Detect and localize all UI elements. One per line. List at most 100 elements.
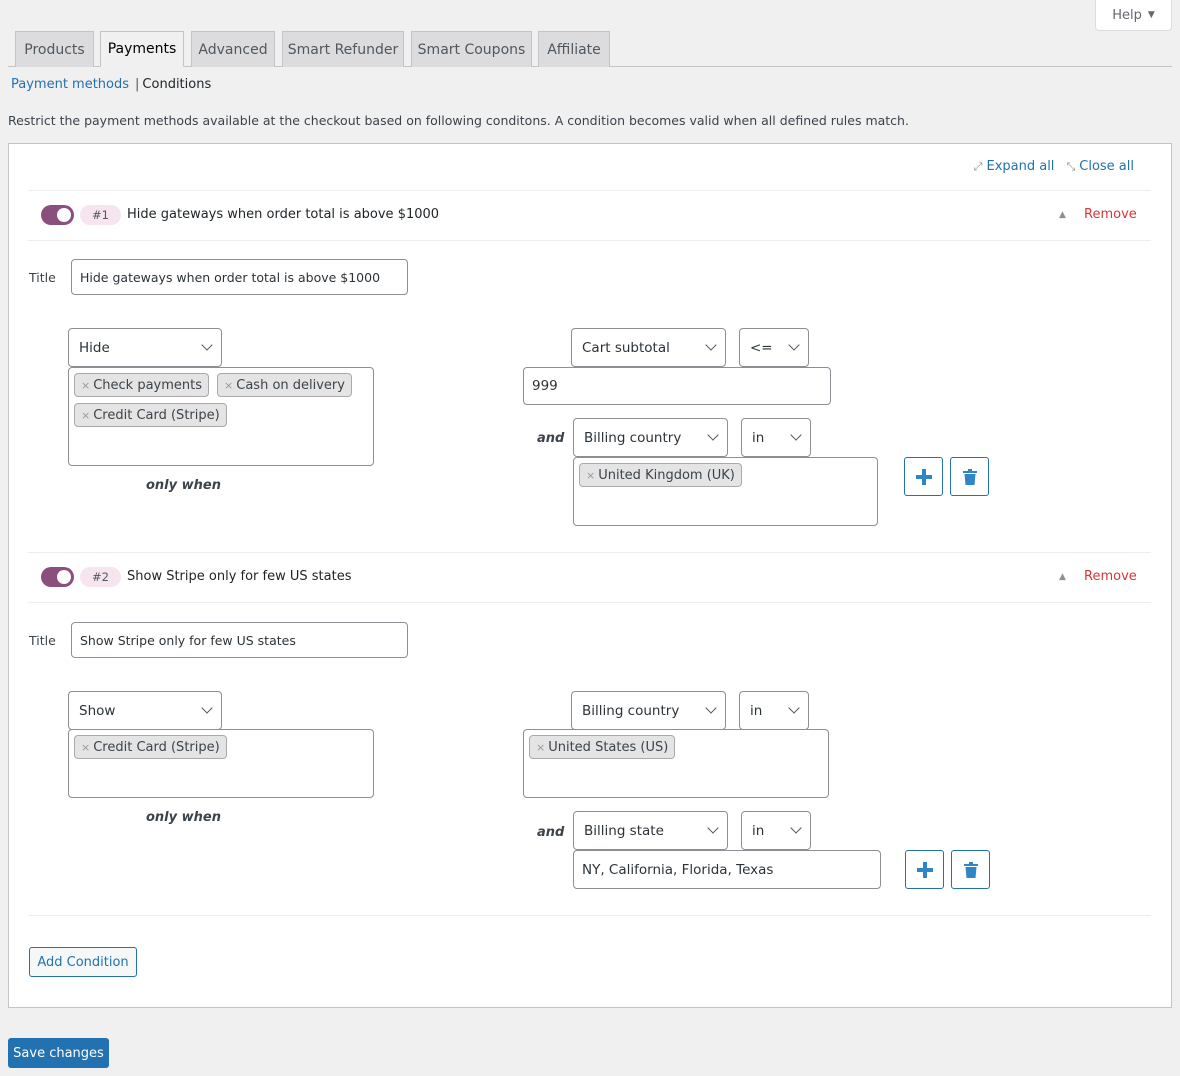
remove-chip-icon[interactable]: × bbox=[81, 379, 90, 392]
chevron-down-icon bbox=[790, 822, 802, 834]
and-label: and bbox=[537, 825, 565, 840]
expand-icon: ⤢ bbox=[973, 160, 983, 173]
delete-rule-button[interactable] bbox=[951, 850, 990, 889]
divider bbox=[28, 190, 1151, 191]
rule-field-select[interactable]: Billing country bbox=[571, 691, 726, 730]
title-label: Title bbox=[29, 270, 56, 285]
divider bbox=[28, 552, 1151, 553]
rule-operator-select[interactable]: in bbox=[739, 691, 809, 730]
condition-2-gateways-select[interactable]: × Credit Card (Stripe) bbox=[68, 729, 374, 798]
remove-chip-icon[interactable]: × bbox=[81, 409, 90, 422]
remove-chip-icon[interactable]: × bbox=[536, 741, 545, 754]
condition-2-header-title[interactable]: Show Stripe only for few US states bbox=[127, 569, 351, 584]
expand-all-link[interactable]: ⤢ Expand all bbox=[974, 159, 1055, 174]
delete-rule-button[interactable] bbox=[950, 457, 989, 496]
condition-1-action-select[interactable]: Hide bbox=[68, 328, 222, 367]
tab-payments[interactable]: Payments bbox=[100, 31, 184, 67]
chip-label: Credit Card (Stripe) bbox=[93, 739, 220, 755]
rule-field-select[interactable]: Cart subtotal bbox=[571, 328, 726, 367]
rule-operator-select[interactable]: <= bbox=[739, 328, 809, 367]
rule-field-select[interactable]: Billing country bbox=[573, 418, 728, 457]
select-value: Billing country bbox=[584, 429, 682, 446]
plus-icon bbox=[915, 468, 932, 485]
divider bbox=[28, 602, 1151, 603]
page-description: Restrict the payment methods available a… bbox=[8, 113, 909, 128]
help-label: Help bbox=[1112, 7, 1142, 23]
subnav: Payment methods | Conditions bbox=[11, 77, 211, 92]
subnav-payment-methods[interactable]: Payment methods bbox=[11, 77, 129, 92]
and-label: and bbox=[537, 431, 565, 446]
country-chip: × United Kingdom (UK) bbox=[579, 463, 742, 487]
condition-1-gateways-select[interactable]: × Check payments × Cash on delivery × Credi… bbox=[68, 367, 374, 466]
chip-label: Credit Card (Stripe) bbox=[93, 407, 220, 423]
rule-values-select[interactable]: × United Kingdom (UK) bbox=[573, 457, 878, 526]
tab-label: Smart Refunder bbox=[287, 41, 399, 58]
condition-1-number-badge: #1 bbox=[80, 205, 121, 225]
subnav-conditions: Conditions bbox=[142, 77, 212, 92]
divider bbox=[28, 915, 1151, 916]
condition-2-remove-link[interactable]: Remove bbox=[1084, 569, 1137, 584]
tab-affiliate[interactable]: Affiliate bbox=[538, 31, 610, 67]
trash-icon bbox=[962, 468, 977, 485]
collapse-icon: ⤡ bbox=[1066, 160, 1076, 173]
help-button[interactable]: Help ▼ bbox=[1095, 0, 1172, 31]
condition-2-action-select[interactable]: Show bbox=[68, 691, 222, 730]
chevron-down-icon bbox=[201, 339, 213, 351]
select-value: Hide bbox=[79, 339, 110, 356]
plus-icon bbox=[916, 861, 933, 878]
gateway-chip: × Credit Card (Stripe) bbox=[74, 403, 227, 427]
only-when-label: only when bbox=[146, 810, 221, 825]
remove-chip-icon[interactable]: × bbox=[224, 379, 233, 392]
tab-smart-refunder[interactable]: Smart Refunder bbox=[282, 31, 404, 67]
trash-icon bbox=[963, 861, 978, 878]
tab-label: Payments bbox=[107, 41, 177, 57]
chip-label: United Kingdom (UK) bbox=[598, 467, 735, 483]
rule-field-select[interactable]: Billing state bbox=[573, 811, 728, 850]
remove-chip-icon[interactable]: × bbox=[81, 741, 90, 754]
collapse-arrow-icon[interactable]: ▲ bbox=[1059, 572, 1066, 582]
select-value: in bbox=[752, 429, 765, 446]
save-changes-button[interactable]: Save changes bbox=[8, 1038, 109, 1068]
select-value: in bbox=[750, 702, 763, 719]
rule-value-input[interactable]: NY, California, Florida, Texas bbox=[573, 850, 881, 889]
chevron-down-icon bbox=[705, 339, 717, 351]
tab-advanced[interactable]: Advanced bbox=[191, 31, 275, 67]
add-condition-button[interactable]: Add Condition bbox=[29, 947, 137, 977]
rule-operator-select[interactable]: in bbox=[741, 418, 811, 457]
chip-label: Check payments bbox=[93, 377, 203, 393]
tab-smart-coupons[interactable]: Smart Coupons bbox=[411, 31, 532, 67]
add-rule-button[interactable] bbox=[905, 850, 944, 889]
select-value: Cart subtotal bbox=[582, 339, 670, 356]
condition-1-remove-link[interactable]: Remove bbox=[1084, 207, 1137, 222]
select-value: in bbox=[752, 822, 765, 839]
condition-1-header-title[interactable]: Hide gateways when order total is above … bbox=[127, 207, 439, 222]
condition-2-title-input[interactable]: Show Stripe only for few US states bbox=[71, 622, 408, 658]
only-when-label: only when bbox=[146, 478, 221, 493]
condition-1-title-input[interactable]: Hide gateways when order total is above … bbox=[71, 259, 408, 295]
chevron-down-icon bbox=[707, 822, 719, 834]
select-value: Billing country bbox=[582, 702, 680, 719]
condition-2-toggle[interactable] bbox=[41, 567, 74, 587]
gateway-chip: × Credit Card (Stripe) bbox=[74, 735, 227, 759]
chip-label: Cash on delivery bbox=[236, 377, 345, 393]
chevron-down-icon bbox=[790, 429, 802, 441]
divider bbox=[28, 240, 1151, 241]
expand-collapse-links: ⤢ Expand all ⤡ Close all bbox=[974, 159, 1134, 174]
remove-chip-icon[interactable]: × bbox=[586, 469, 595, 482]
chevron-down-icon bbox=[201, 702, 213, 714]
rule-values-select[interactable]: × United States (US) bbox=[523, 729, 829, 798]
collapse-arrow-icon[interactable]: ▲ bbox=[1059, 210, 1066, 220]
tab-label: Smart Coupons bbox=[417, 41, 526, 58]
rule-operator-select[interactable]: in bbox=[741, 811, 811, 850]
condition-1-toggle[interactable] bbox=[41, 205, 74, 225]
add-rule-button[interactable] bbox=[904, 457, 943, 496]
close-all-link[interactable]: ⤡ Close all bbox=[1066, 159, 1134, 174]
title-label: Title bbox=[29, 633, 56, 648]
select-value: Show bbox=[79, 702, 116, 719]
chevron-down-icon bbox=[788, 702, 800, 714]
country-chip: × United States (US) bbox=[529, 735, 676, 759]
caret-down-icon: ▼ bbox=[1147, 10, 1155, 20]
rule-value-input[interactable]: 999 bbox=[523, 367, 831, 405]
tab-products[interactable]: Products bbox=[15, 31, 94, 67]
chevron-down-icon bbox=[788, 339, 800, 351]
